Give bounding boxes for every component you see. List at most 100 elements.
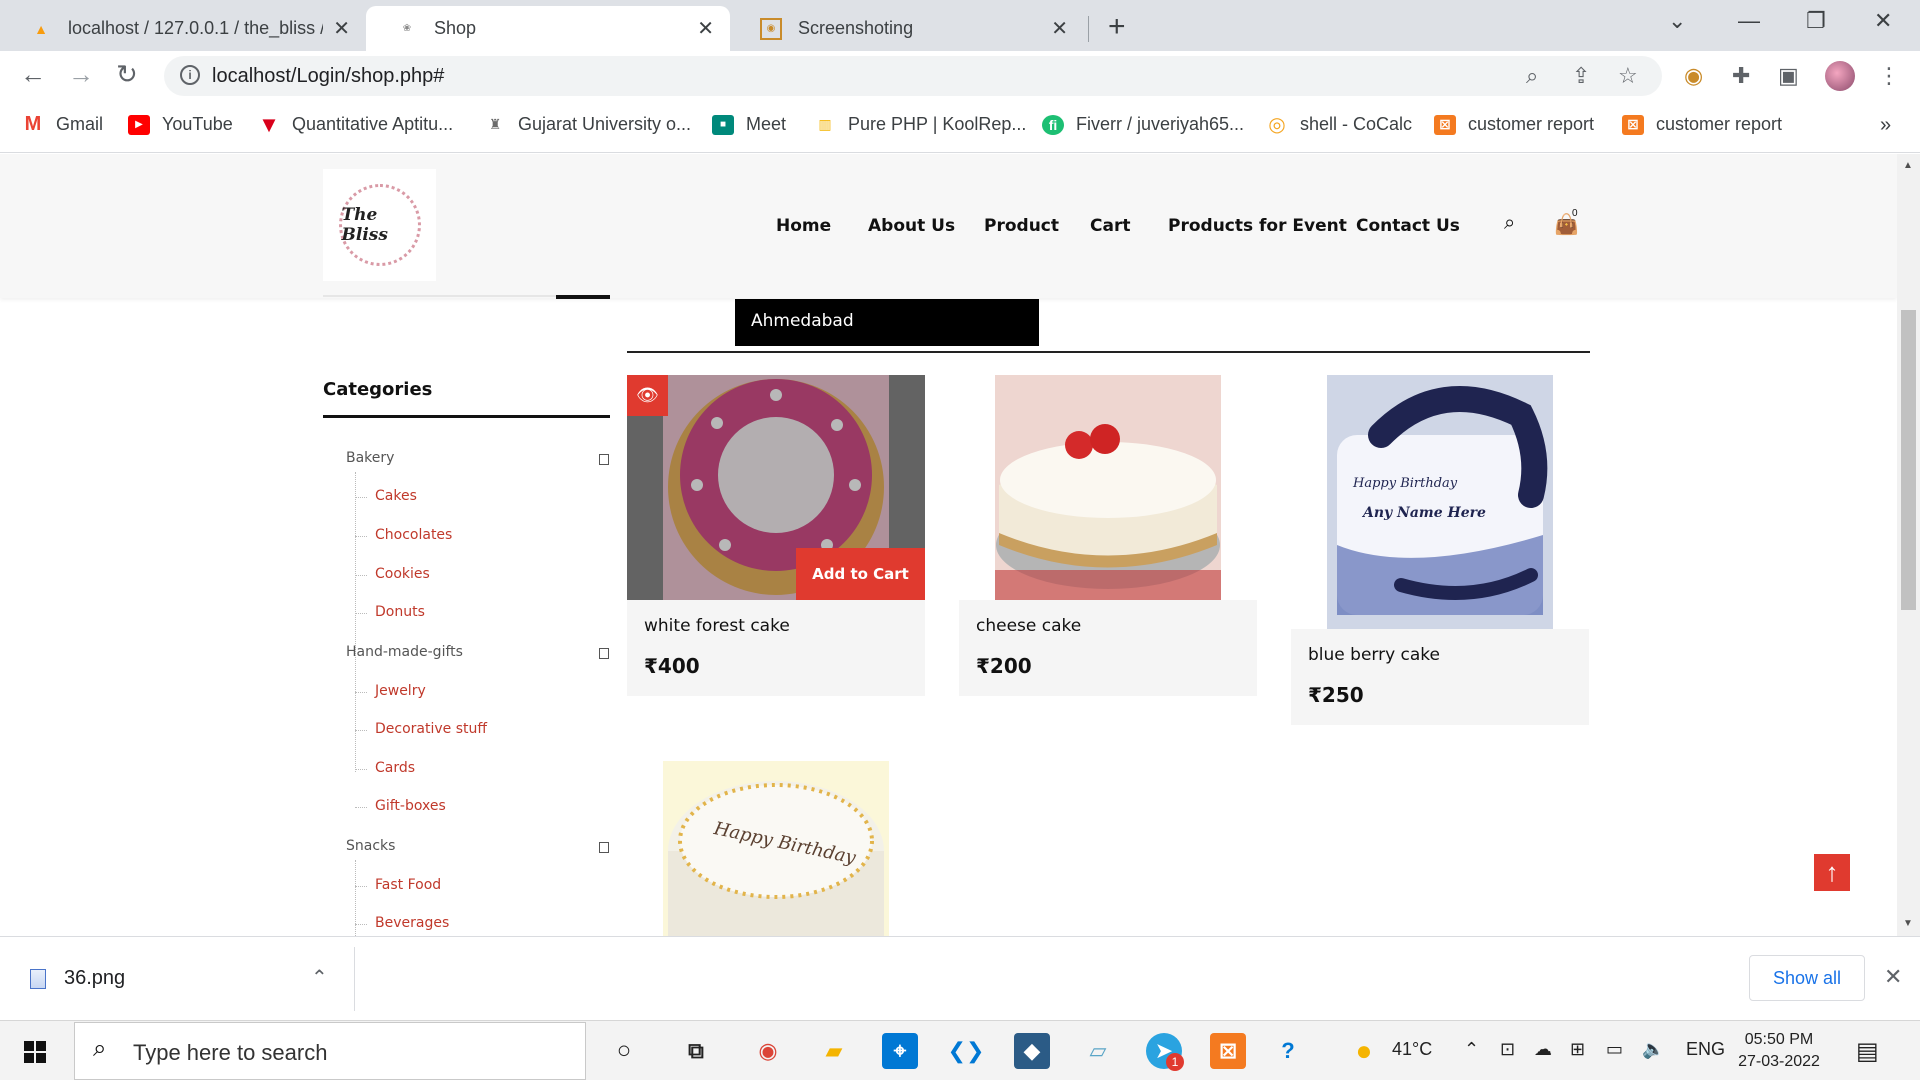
site-logo[interactable]: The Bliss — [323, 169, 436, 281]
tab-phpmyadmin[interactable]: ▲ localhost / 127.0.0.1 / the_bliss / ✕ — [0, 6, 366, 51]
close-icon[interactable]: ✕ — [1884, 964, 1902, 990]
restore-icon[interactable]: ❐ — [1806, 8, 1826, 34]
meet-now-icon[interactable]: ⊡ — [1500, 1039, 1515, 1060]
share-icon[interactable]: ⇪ — [1572, 63, 1590, 89]
show-all-button[interactable]: Show all — [1749, 955, 1865, 1001]
quick-view-eye-icon[interactable]: 👁 — [627, 375, 668, 416]
new-tab-icon[interactable]: + — [1108, 10, 1126, 44]
product-name[interactable]: blue berry cake — [1308, 645, 1572, 665]
file-explorer-icon[interactable]: ▰ — [816, 1033, 852, 1069]
tab-search-chevron-icon[interactable]: ⌄ — [1668, 8, 1686, 34]
back-icon[interactable]: ← — [20, 59, 46, 90]
product-name[interactable]: white forest cake — [644, 616, 908, 636]
subcategory-fast-food[interactable]: Fast Food — [354, 877, 441, 893]
category-hand-made-gifts[interactable]: Hand-made-gifts — [346, 644, 463, 660]
battery-icon[interactable]: ▭ — [1606, 1039, 1623, 1060]
temperature[interactable]: 41°C — [1392, 1039, 1432, 1060]
download-item[interactable]: 36.png — [30, 967, 125, 990]
collapse-toggle-icon[interactable] — [599, 842, 609, 853]
url-text[interactable]: localhost/Login/shop.php# — [212, 65, 444, 88]
scrollbar-thumb[interactable] — [1901, 310, 1916, 610]
zoom-icon[interactable]: ⌕ — [1526, 63, 1538, 89]
vscode-icon[interactable]: ❮❯ — [948, 1033, 985, 1069]
side-panel-icon[interactable]: ▣ — [1778, 63, 1799, 89]
close-tab-icon[interactable]: ✕ — [1051, 16, 1068, 41]
network-icon[interactable]: ⊞ — [1570, 1039, 1585, 1060]
address-bar[interactable]: i localhost/Login/shop.php# ⌕ ⇪ ☆ — [164, 56, 1662, 96]
nav-product[interactable]: Product — [984, 216, 1059, 236]
menu-icon[interactable]: ⋮ — [1878, 63, 1900, 89]
bookmark-gujarat-university[interactable]: ♜ Gujarat University o... — [484, 114, 691, 135]
collapse-toggle-icon[interactable] — [599, 454, 609, 465]
mysql-workbench-icon[interactable]: ◆ — [1014, 1033, 1050, 1069]
close-tab-icon[interactable]: ✕ — [333, 16, 350, 41]
minimize-icon[interactable]: — — [1738, 8, 1760, 34]
product-card-cheese-cake[interactable]: cheese cake ₹200 — [959, 375, 1257, 696]
bookmark-koolreport[interactable]: ▥ Pure PHP | KoolRep... — [814, 114, 1026, 135]
maps-app-icon[interactable]: ⌖ — [882, 1033, 918, 1069]
bookmark-fiverr[interactable]: fi Fiverr / juveriyah65... — [1042, 114, 1244, 135]
bookmark-gmail[interactable]: M Gmail — [22, 113, 103, 135]
category-bakery[interactable]: Bakery — [346, 450, 394, 466]
language-indicator[interactable]: ENG — [1686, 1039, 1725, 1060]
product-card-blue-berry-cake[interactable]: Happy Birthday Any Name Here blue berry … — [1291, 375, 1589, 725]
sticky-app-icon[interactable]: ▱ — [1080, 1033, 1116, 1069]
add-to-cart-button[interactable]: Add to Cart — [796, 548, 925, 600]
nav-home[interactable]: Home — [776, 216, 831, 236]
nav-products-for-event[interactable]: Products for Event — [1168, 216, 1347, 236]
clock[interactable]: 05:50 PM 27-03-2022 — [1734, 1029, 1824, 1073]
scroll-down-arrow-icon[interactable]: ▼ — [1903, 918, 1913, 929]
nav-about-us[interactable]: About Us — [868, 216, 955, 236]
subcategory-jewelry[interactable]: Jewelry — [355, 683, 426, 699]
bookmark-customer-report-2[interactable]: ⊠ customer report — [1622, 114, 1782, 135]
notification-center-icon[interactable]: ▤ — [1856, 1037, 1879, 1066]
nav-contact-us[interactable]: Contact Us — [1356, 216, 1460, 236]
cortana-icon[interactable]: ○ — [606, 1033, 642, 1069]
site-info-icon[interactable]: i — [180, 65, 200, 85]
category-snacks[interactable]: Snacks — [346, 838, 395, 854]
chrome-icon[interactable]: ◉ — [750, 1033, 786, 1069]
subcategory-donuts[interactable]: Donuts — [355, 604, 425, 620]
extensions-icon[interactable]: ✚ — [1732, 63, 1750, 89]
bookmark-cocalc[interactable]: ◎ shell - CoCalc — [1266, 114, 1412, 136]
xampp-icon[interactable]: ⊠ — [1210, 1033, 1246, 1069]
bookmark-meet[interactable]: ■ Meet — [712, 114, 786, 135]
search-icon[interactable]: ⌕ — [1504, 212, 1515, 235]
product-image[interactable] — [959, 375, 1257, 600]
weather-sun-icon[interactable]: ● — [1346, 1033, 1382, 1069]
help-icon[interactable]: ? — [1270, 1033, 1306, 1069]
product-card-white-forest-cake[interactable]: 👁 Add to Cart white forest cake ₹400 — [627, 375, 925, 696]
nav-cart[interactable]: Cart — [1090, 216, 1130, 236]
scroll-up-arrow-icon[interactable]: ▲ — [1903, 160, 1913, 171]
bookmarks-overflow-icon[interactable]: » — [1880, 114, 1891, 137]
close-window-icon[interactable]: ✕ — [1874, 8, 1892, 34]
subcategory-cakes[interactable]: Cakes — [355, 488, 417, 504]
tab-shop[interactable]: ❀ Shop ✕ — [366, 6, 730, 51]
forward-icon[interactable]: → — [68, 59, 94, 90]
tab-screenshoting[interactable]: ◉ Screenshoting ✕ — [730, 6, 1084, 51]
product-card-birthday-cake[interactable]: Happy Birthday — [627, 761, 925, 936]
subcategory-cards[interactable]: Cards — [354, 760, 415, 776]
subcategory-beverages[interactable]: Beverages — [354, 915, 449, 931]
collapse-toggle-icon[interactable] — [599, 648, 609, 659]
product-image[interactable]: Happy Birthday — [627, 761, 925, 936]
product-name[interactable]: cheese cake — [976, 616, 1240, 636]
chevron-up-icon[interactable]: ⌃ — [311, 965, 328, 990]
product-image[interactable]: Happy Birthday Any Name Here — [1291, 375, 1589, 629]
subcategory-chocolates[interactable]: Chocolates — [354, 527, 452, 543]
subcategory-cookies[interactable]: Cookies — [355, 566, 430, 582]
taskbar-search-box[interactable]: ⌕ Type here to search — [74, 1022, 586, 1080]
close-tab-icon[interactable]: ✕ — [697, 16, 714, 41]
reload-icon[interactable]: ↻ — [116, 59, 138, 90]
task-view-icon[interactable]: ⧉ — [678, 1033, 714, 1069]
back-to-top-button[interactable]: ↑ — [1814, 854, 1850, 891]
bookmark-youtube[interactable]: ▶ YouTube — [128, 114, 233, 135]
subcategory-gift-boxes[interactable]: Gift-boxes — [355, 798, 446, 814]
bookmark-customer-report-1[interactable]: ⊠ customer report — [1434, 114, 1594, 135]
bookmark-indiabix[interactable]: ▼ Quantitative Aptitu... — [258, 112, 453, 137]
product-image[interactable]: 👁 Add to Cart — [627, 375, 925, 600]
bookmark-star-icon[interactable]: ☆ — [1618, 63, 1638, 89]
windows-start-icon[interactable] — [24, 1041, 46, 1063]
subcategory-decorative-stuff[interactable]: Decorative stuff — [354, 721, 487, 737]
profile-avatar[interactable] — [1825, 61, 1855, 91]
